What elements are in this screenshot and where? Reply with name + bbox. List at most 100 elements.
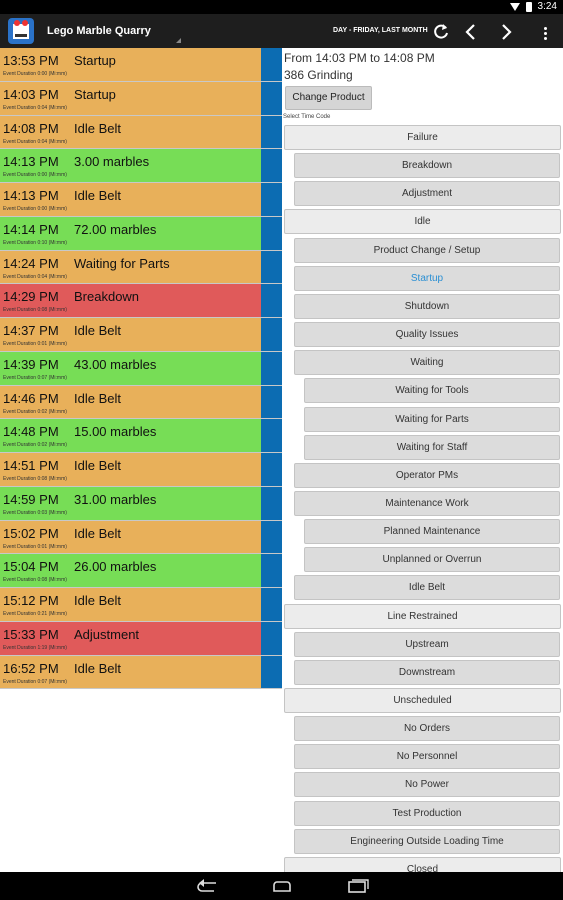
event-row[interactable]: 14:29 PM Breakdown Event Duration 0:08 (Mi… — [0, 284, 261, 318]
event-row[interactable]: 14:03 PM Startup Event Duration 0:04 (Mi:m… — [0, 81, 261, 116]
event-label: Idle Belt — [74, 593, 121, 608]
time-code-button[interactable]: Unscheduled — [284, 688, 561, 713]
time-code-button[interactable]: Upstream — [294, 631, 560, 657]
scroll-divider — [261, 654, 282, 656]
home-button[interactable] — [271, 879, 291, 893]
back-button[interactable] — [196, 879, 216, 893]
time-code-button[interactable]: Shutdown — [294, 293, 560, 319]
time-code-button[interactable]: Engineering Outside Loading Time — [294, 828, 560, 854]
time-code-button[interactable]: Idle Belt — [294, 575, 560, 601]
event-duration: Event Duration 0:03 (Mi:mm) — [3, 509, 67, 516]
event-row[interactable]: 15:12 PM Idle Belt Event Duration 0:21 (Mi… — [0, 588, 261, 622]
time-code-button[interactable]: Adjustment — [294, 181, 560, 207]
time-code-button[interactable]: Breakdown — [294, 153, 560, 179]
event-row[interactable]: 13:53 PM Startup Event Duration 0:00 (Mi:m… — [0, 48, 261, 82]
event-row[interactable]: 15:04 PM 26.00 marbles Event Duration 0:08… — [0, 554, 261, 588]
scroll-divider — [261, 384, 282, 386]
app-logo-icon[interactable] — [6, 16, 36, 46]
change-product-button[interactable]: Change Product — [285, 86, 372, 110]
time-code-button[interactable]: Planned Maintenance — [304, 519, 560, 545]
recents-icon — [348, 879, 369, 893]
event-row[interactable]: 14:46 PM Idle Belt Event Duration 0:02 (Mi… — [0, 385, 261, 420]
event-time: 15:33 PM — [3, 626, 59, 642]
event-duration: Event Duration 0:08 (Mi:mm) — [3, 476, 67, 482]
time-code-button[interactable]: Maintenance Work — [294, 490, 560, 516]
event-time: 14:08 PM — [3, 120, 59, 136]
event-time: 14:59 PM — [3, 491, 59, 507]
time-code-button[interactable]: Failure — [284, 125, 561, 150]
status-icons: 3:24 — [509, 1, 557, 12]
event-duration: Event Duration 0:04 (Mi:mm) — [3, 138, 67, 145]
time-code-button[interactable]: Downstream — [294, 659, 560, 685]
time-code-button[interactable]: Waiting for Tools — [304, 378, 560, 404]
time-code-button[interactable]: Waiting — [294, 350, 560, 376]
previous-period-button[interactable] — [461, 22, 481, 42]
event-time: 14:37 PM — [3, 323, 59, 338]
event-label: Startup — [74, 86, 116, 102]
event-time: 14:13 PM — [3, 154, 59, 170]
next-period-button[interactable] — [496, 22, 516, 42]
time-code-button[interactable]: Waiting for Parts — [304, 406, 560, 432]
event-duration: Event Duration 0:10 (Mi:mm) — [3, 239, 67, 246]
spinner-caret-icon — [176, 38, 181, 43]
time-code-button[interactable]: Quality Issues — [294, 322, 560, 348]
event-duration: Event Duration 0:02 (Mi:mm) — [3, 408, 67, 415]
scroll-divider — [261, 215, 282, 217]
refresh-button[interactable] — [431, 22, 451, 42]
event-detail-panel: From 14:03 PM to 14:08 PM 386 Grinding C… — [282, 48, 563, 882]
event-row[interactable]: 14:39 PM 43.00 marbles Event Duration 0:07… — [0, 351, 261, 386]
event-time: 14:51 PM — [3, 458, 59, 473]
scroll-divider — [261, 688, 282, 690]
event-row[interactable]: 14:51 PM Idle Belt Event Duration 0:08 (Mi… — [0, 453, 261, 487]
event-row[interactable]: 14:37 PM Idle Belt Event Duration 0:01 (Mi… — [0, 318, 261, 352]
wifi-icon — [509, 2, 520, 11]
event-label: 15.00 marbles — [74, 424, 157, 440]
time-code-button[interactable]: No Personnel — [294, 744, 560, 770]
time-code-button[interactable]: Waiting for Staff — [304, 434, 560, 460]
time-code-button[interactable]: Test Production — [294, 800, 560, 826]
time-code-button[interactable]: Unplanned or Overrun — [304, 547, 560, 573]
time-code-button[interactable]: Product Change / Setup — [294, 237, 560, 263]
event-row[interactable]: 14:48 PM 15.00 marbles Event Duration 0:02… — [0, 419, 261, 453]
event-duration: Event Duration 0:07 (Mi:mm) — [3, 678, 67, 685]
event-row[interactable]: 14:13 PM 3.00 marbles Event Duration 0:00 … — [0, 149, 261, 183]
event-label: Idle Belt — [74, 390, 121, 406]
overflow-menu-button[interactable] — [535, 22, 555, 42]
event-scroll-indicator[interactable] — [261, 48, 282, 689]
event-row[interactable]: 15:02 PM Idle Belt Event Duration 0:01 (Mi… — [0, 520, 261, 555]
time-code-button[interactable]: Line Restrained — [284, 603, 561, 629]
back-icon — [197, 879, 216, 892]
overflow-menu-icon — [535, 22, 555, 40]
home-icon — [273, 881, 291, 892]
event-duration: Event Duration 0:02 (Mi:mm) — [3, 442, 67, 449]
event-row[interactable]: 14:13 PM Idle Belt Event Duration 0:00 (Mi… — [0, 183, 261, 217]
event-row[interactable]: 14:59 PM 31.00 marbles Event Duration 0:03… — [0, 486, 261, 521]
time-code-button[interactable]: Startup — [294, 265, 560, 291]
event-label: 43.00 marbles — [74, 356, 157, 372]
time-code-button[interactable]: No Power — [294, 772, 560, 798]
event-row[interactable]: 14:08 PM Idle Belt Event Duration 0:04 (Mi… — [0, 115, 261, 150]
scroll-divider — [261, 80, 282, 82]
event-duration: Event Duration 0:04 (Mi:mm) — [3, 273, 67, 280]
app-title[interactable]: Lego Marble Quarry — [47, 25, 151, 37]
time-code-button[interactable]: No Orders — [294, 716, 560, 742]
event-row[interactable]: 14:14 PM 72.00 marbles Event Duration 0:10… — [0, 216, 261, 251]
scroll-divider — [261, 249, 282, 251]
time-code-button[interactable]: Operator PMs — [294, 462, 560, 488]
event-time: 15:04 PM — [3, 559, 59, 575]
time-code-button[interactable]: Idle — [284, 209, 561, 235]
event-label: Adjustment — [74, 626, 140, 642]
scroll-divider — [261, 114, 282, 116]
event-label: Idle Belt — [74, 525, 121, 541]
screen: 3:24 Lego Marble Quarry DAY - FRIDAY, LA… — [0, 0, 563, 900]
event-time: 14:29 PM — [3, 289, 59, 305]
refresh-icon — [434, 24, 448, 39]
event-duration: Event Duration 0:00 (Mi:mm) — [3, 172, 67, 179]
recents-button[interactable] — [347, 879, 369, 893]
event-row[interactable]: 15:33 PM Adjustment Event Duration 1:19 (M… — [0, 621, 261, 656]
event-row[interactable]: 14:24 PM Waiting for Parts Event Duration … — [0, 250, 261, 285]
event-time: 14:13 PM — [3, 188, 59, 203]
select-time-code-label: Select Time Code — [283, 114, 331, 120]
event-row[interactable]: 16:52 PM Idle Belt Event Duration 0:07 (Mi… — [0, 655, 261, 690]
event-time: 14:03 PM — [3, 86, 59, 102]
